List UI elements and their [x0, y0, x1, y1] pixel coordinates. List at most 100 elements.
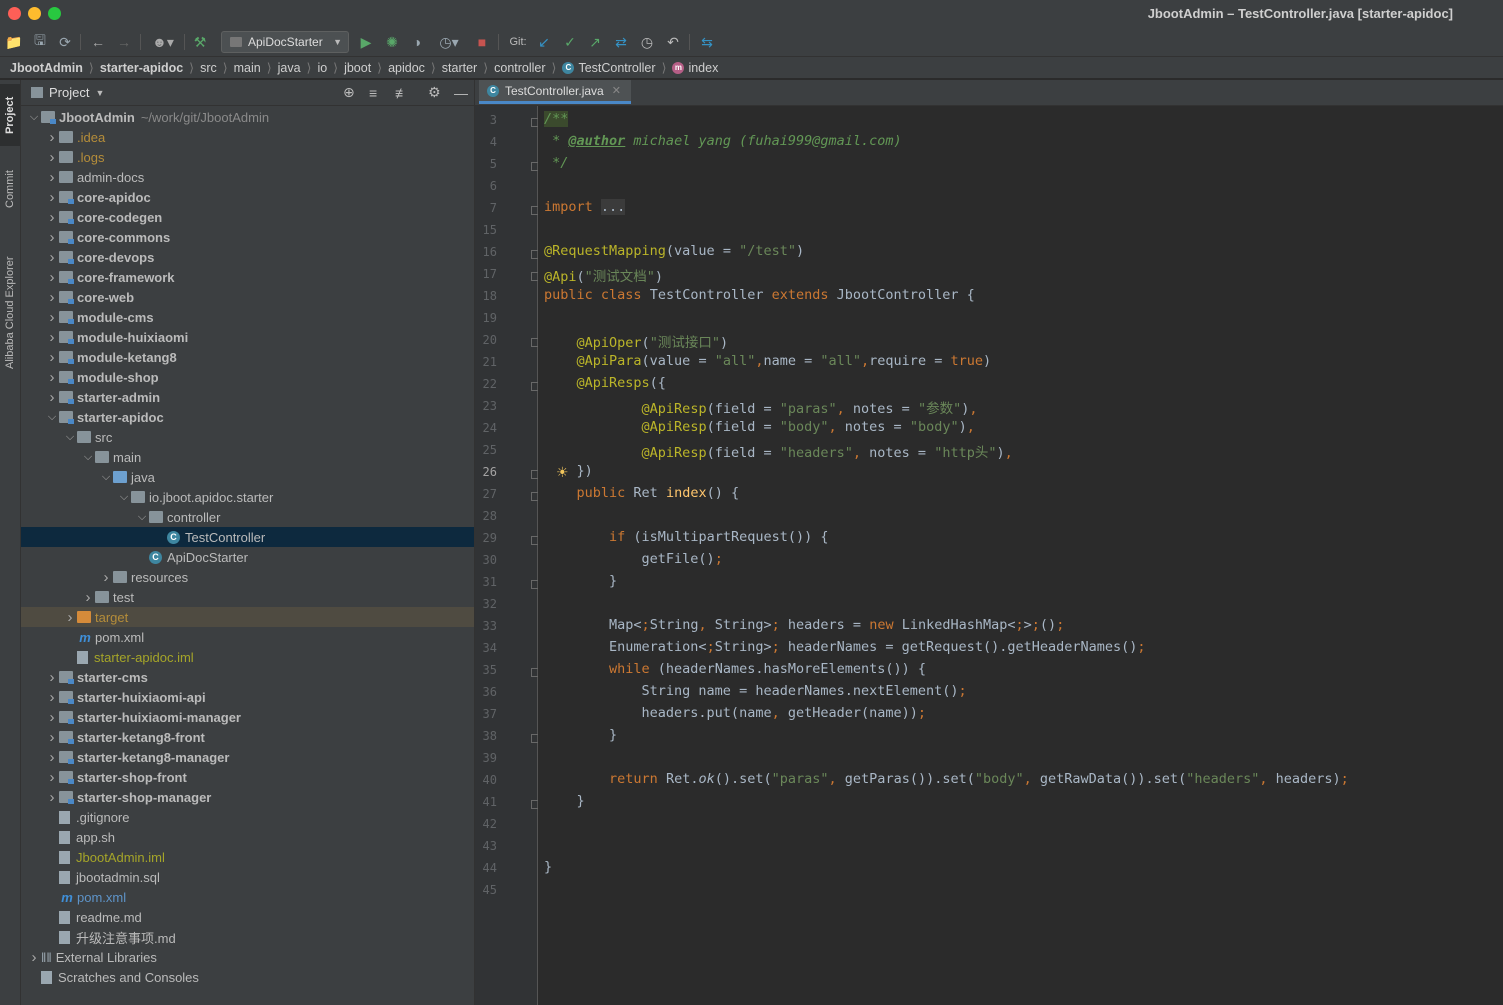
tree-item[interactable]: › core-web — [21, 287, 474, 307]
expand-arrow-icon[interactable]: › — [45, 189, 59, 206]
tree-item[interactable]: jbootadmin.sql — [21, 867, 474, 887]
expand-arrow-icon[interactable]: › — [45, 149, 59, 166]
crumb-method[interactable]: index — [688, 61, 718, 75]
expand-arrow-icon[interactable]: ⌵ — [27, 111, 41, 124]
tree-item[interactable]: app.sh — [21, 827, 474, 847]
tree-item[interactable]: C TestController — [21, 527, 474, 547]
expand-arrow-icon[interactable]: › — [45, 709, 59, 726]
expand-arrow-icon[interactable]: › — [45, 689, 59, 706]
run-icon[interactable]: ▶ — [358, 33, 374, 51]
crumb-starter[interactable]: starter — [442, 61, 477, 75]
tree-item[interactable]: › core-framework — [21, 267, 474, 287]
expand-arrow-icon[interactable]: › — [45, 269, 59, 286]
tree-item[interactable]: ⌵ starter-apidoc — [21, 407, 474, 427]
expand-arrow-icon[interactable]: › — [63, 609, 77, 626]
crumb-apidoc[interactable]: apidoc — [388, 61, 425, 75]
expand-arrow-icon[interactable]: › — [45, 369, 59, 386]
cloud-explorer-tool-tab[interactable]: Alibaba Cloud Explorer — [0, 240, 20, 385]
tree-item[interactable]: m pom.xml — [21, 627, 474, 647]
close-window-icon[interactable] — [8, 7, 21, 20]
tree-item[interactable]: › starter-cms — [21, 667, 474, 687]
tree-item[interactable]: › module-shop — [21, 367, 474, 387]
crumb-main[interactable]: main — [234, 61, 261, 75]
crumb-jboot[interactable]: jboot — [344, 61, 371, 75]
git-compare-icon[interactable]: ⇄ — [613, 33, 629, 51]
gear-icon[interactable]: ⚙ — [428, 84, 441, 101]
git-rollback-icon[interactable]: ↶ — [665, 33, 681, 51]
expand-arrow-icon[interactable]: › — [45, 229, 59, 246]
expand-arrow-icon[interactable]: › — [45, 749, 59, 766]
tree-item[interactable]: ⌵ io.jboot.apidoc.starter — [21, 487, 474, 507]
tree-item[interactable]: › core-codegen — [21, 207, 474, 227]
profile-icon[interactable]: ◷▾ — [434, 33, 464, 51]
coverage-icon[interactable]: ◑ — [409, 33, 425, 51]
tree-item[interactable]: › starter-ketang8-manager — [21, 747, 474, 767]
chevron-down-icon[interactable]: ▼ — [95, 88, 104, 98]
stop-icon[interactable]: ■ — [474, 33, 490, 51]
minimize-panel-icon[interactable]: — — [454, 85, 468, 101]
debug-icon[interactable]: ✺ — [384, 33, 400, 51]
expand-arrow-icon[interactable]: ⌵ — [135, 511, 149, 524]
crumb-src[interactable]: src — [200, 61, 217, 75]
code-editor[interactable]: /** * @author michael yang (fuhai999@gma… — [538, 106, 1503, 1005]
minimize-window-icon[interactable] — [28, 7, 41, 20]
project-tool-tab[interactable]: Project — [0, 84, 20, 146]
expand-arrow-icon[interactable]: › — [45, 169, 59, 186]
sync-icon[interactable]: ⟳ — [57, 33, 73, 51]
tree-item[interactable]: ⌵ JbootAdmin ~/work/git/JbootAdmin — [21, 107, 474, 127]
expand-arrow-icon[interactable]: › — [45, 789, 59, 806]
expand-arrow-icon[interactable]: › — [45, 669, 59, 686]
save-icon[interactable]: 🖫 — [32, 32, 48, 51]
tree-item[interactable]: Scratches and Consoles — [21, 967, 474, 987]
forward-icon[interactable]: → — [116, 33, 132, 51]
expand-arrow-icon[interactable]: ⌵ — [45, 411, 59, 424]
build-hammer-icon[interactable]: ⚒ — [192, 33, 208, 51]
zoom-window-icon[interactable] — [48, 7, 61, 20]
expand-arrow-icon[interactable]: › — [45, 309, 59, 326]
git-commit-icon[interactable]: ✓ — [562, 33, 578, 51]
expand-arrow-icon[interactable]: ⌵ — [63, 431, 77, 444]
commit-tool-tab[interactable]: Commit — [0, 158, 20, 220]
expand-arrow-icon[interactable]: › — [99, 569, 113, 586]
tree-item[interactable]: starter-apidoc.iml — [21, 647, 474, 667]
tree-item[interactable]: › ‖‖ External Libraries — [21, 947, 474, 967]
tree-item[interactable]: JbootAdmin.iml — [21, 847, 474, 867]
expand-arrow-icon[interactable]: › — [45, 329, 59, 346]
intention-bulb-icon[interactable]: ☀ — [556, 464, 569, 481]
tree-item[interactable]: › core-devops — [21, 247, 474, 267]
tree-item[interactable]: › starter-shop-manager — [21, 787, 474, 807]
expand-all-icon[interactable]: ≡ — [369, 85, 377, 101]
tab-testcontroller[interactable]: C TestController.java ✕ — [479, 80, 631, 104]
tree-item[interactable]: › module-ketang8 — [21, 347, 474, 367]
tree-item[interactable]: › starter-ketang8-front — [21, 727, 474, 747]
expand-arrow-icon[interactable]: › — [45, 289, 59, 306]
tree-item[interactable]: m pom.xml — [21, 887, 474, 907]
expand-arrow-icon[interactable]: › — [81, 589, 95, 606]
tree-item[interactable]: ⌵ controller — [21, 507, 474, 527]
tree-item[interactable]: › target — [21, 607, 474, 627]
expand-arrow-icon[interactable]: › — [45, 389, 59, 406]
locate-icon[interactable]: ⊕ — [343, 84, 355, 101]
open-folder-icon[interactable]: 📁 — [5, 33, 22, 51]
expand-arrow-icon[interactable]: ⌵ — [117, 491, 131, 504]
tree-item[interactable]: .gitignore — [21, 807, 474, 827]
tree-item[interactable]: › resources — [21, 567, 474, 587]
tree-item[interactable]: › module-huixiaomi — [21, 327, 474, 347]
crumb-project[interactable]: JbootAdmin — [10, 61, 83, 75]
expand-arrow-icon[interactable]: › — [45, 729, 59, 746]
expand-arrow-icon[interactable]: ⌵ — [81, 451, 95, 464]
tree-item[interactable]: › .logs — [21, 147, 474, 167]
tree-item[interactable]: › module-cms — [21, 307, 474, 327]
expand-arrow-icon[interactable]: › — [45, 129, 59, 146]
tree-item[interactable]: readme.md — [21, 907, 474, 927]
run-config-selector[interactable]: ApiDocStarter ▼ — [221, 31, 349, 53]
crumb-class[interactable]: TestController — [578, 61, 655, 75]
expand-arrow-icon[interactable]: › — [27, 949, 41, 966]
expand-arrow-icon[interactable]: › — [45, 209, 59, 226]
user-dropdown-icon[interactable]: ☻▾ — [150, 33, 176, 51]
crumb-module[interactable]: starter-apidoc — [100, 61, 183, 75]
collapse-all-icon[interactable]: ≢ — [395, 85, 409, 101]
expand-arrow-icon[interactable]: › — [45, 769, 59, 786]
tree-item[interactable]: ⌵ java — [21, 467, 474, 487]
tree-item[interactable]: › starter-huixiaomi-api — [21, 687, 474, 707]
